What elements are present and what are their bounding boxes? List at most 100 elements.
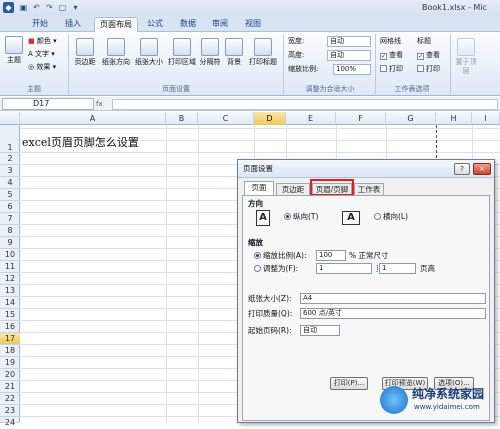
row-header[interactable]: 10 bbox=[0, 249, 20, 261]
background-icon bbox=[225, 38, 243, 56]
column-header[interactable]: C bbox=[198, 112, 254, 125]
gridlines-print-checkbox[interactable]: 打印 bbox=[380, 64, 403, 74]
row-header[interactable]: 6 bbox=[0, 201, 20, 213]
cell-a1[interactable]: excel页眉页脚怎么设置 bbox=[22, 134, 139, 150]
row-header[interactable]: 14 bbox=[0, 297, 20, 309]
tab-insert[interactable]: 插入 bbox=[60, 17, 86, 32]
radio-selected-icon bbox=[284, 213, 291, 220]
size-button[interactable]: 纸张大小 bbox=[133, 38, 165, 67]
paper-size-label: 纸张大小(Z): bbox=[248, 294, 292, 303]
landscape-radio[interactable]: 横向(L) bbox=[374, 212, 408, 222]
scale-percent-input[interactable]: 100 bbox=[316, 250, 346, 261]
orientation-button[interactable]: 纸张方向 bbox=[100, 38, 132, 67]
checkbox-icon bbox=[380, 65, 387, 72]
print-titles-button[interactable]: 打印标题 bbox=[246, 38, 280, 67]
column-header[interactable]: I bbox=[472, 112, 500, 125]
row-header[interactable]: 20 bbox=[0, 369, 20, 381]
column-header[interactable]: D bbox=[254, 112, 286, 125]
row-header[interactable]: 13 bbox=[0, 285, 20, 297]
tab-page-layout[interactable]: 页面布局 bbox=[94, 17, 138, 32]
row-header[interactable]: 12 bbox=[0, 273, 20, 285]
row-header[interactable]: 3 bbox=[0, 165, 20, 177]
print-area-button[interactable]: 打印区域 bbox=[166, 38, 198, 67]
paper-size-select[interactable]: A4 bbox=[300, 293, 486, 304]
row-header[interactable]: 9 bbox=[0, 237, 20, 249]
fonts-button[interactable]: A 文字 ▾ bbox=[28, 49, 55, 59]
new-doc-icon[interactable]: ▢ bbox=[57, 2, 68, 13]
tab-formulas[interactable]: 公式 bbox=[142, 17, 168, 32]
row-header[interactable]: 24 bbox=[0, 417, 20, 427]
pages-wide-input[interactable]: 1 bbox=[316, 263, 372, 274]
tab-view[interactable]: 视图 bbox=[240, 17, 266, 32]
select-all-corner[interactable] bbox=[0, 112, 20, 125]
column-header[interactable]: E bbox=[286, 112, 336, 125]
adjust-scale-radio[interactable]: 缩放比例(A): bbox=[254, 251, 307, 261]
bring-forward-button[interactable]: 置于顶层 bbox=[454, 38, 478, 76]
width-select[interactable]: 自动 bbox=[327, 36, 371, 47]
customize-qat-icon[interactable]: ▾ bbox=[70, 2, 81, 13]
print-button[interactable]: 打印(P)... bbox=[330, 377, 368, 390]
row-header[interactable]: 22 bbox=[0, 393, 20, 405]
redo-icon[interactable]: ↷ bbox=[44, 2, 55, 13]
gridlines-print-label: 打印 bbox=[389, 65, 403, 73]
save-icon[interactable]: ▣ bbox=[18, 2, 29, 13]
radio-icon bbox=[374, 213, 381, 220]
row-header[interactable]: 18 bbox=[0, 345, 20, 357]
row-header[interactable]: 5 bbox=[0, 189, 20, 201]
row-header[interactable]: 17 bbox=[0, 333, 20, 345]
row-header[interactable]: 8 bbox=[0, 225, 20, 237]
row-header[interactable]: 19 bbox=[0, 357, 20, 369]
row-header[interactable]: 16 bbox=[0, 321, 20, 333]
margins-button[interactable]: 页边距 bbox=[72, 38, 98, 67]
group-themes-label: 主题 bbox=[27, 85, 41, 93]
effects-button[interactable]: ◎ 效果 ▾ bbox=[28, 62, 56, 72]
scaling-section-label: 缩放 bbox=[248, 238, 263, 247]
fit-to-label: 调整为(F): bbox=[263, 264, 299, 273]
width-label: 宽度: bbox=[288, 37, 305, 45]
row-header[interactable]: 7 bbox=[0, 213, 20, 225]
column-header[interactable]: F bbox=[336, 112, 386, 125]
row-header[interactable]: 15 bbox=[0, 309, 20, 321]
column-header[interactable]: H bbox=[436, 112, 472, 125]
background-button[interactable]: 背景 bbox=[223, 38, 245, 67]
tab-sheet[interactable]: 工作表 bbox=[354, 183, 384, 195]
pages-tall-input[interactable]: 1 bbox=[379, 263, 416, 274]
row-header[interactable]: 23 bbox=[0, 405, 20, 417]
column-header[interactable]: B bbox=[166, 112, 198, 125]
colors-button[interactable]: ■ 颜色 ▾ bbox=[28, 36, 57, 46]
print-quality-select[interactable]: 600 点/英寸 bbox=[300, 308, 486, 319]
row-header[interactable]: 1 bbox=[0, 125, 20, 153]
check-icon: ✓ bbox=[417, 53, 424, 60]
print-titles-icon bbox=[254, 38, 272, 56]
scale-label: 缩放比例: bbox=[288, 65, 319, 73]
scale-input[interactable]: 100% bbox=[333, 64, 371, 75]
breaks-button[interactable]: 分隔符 bbox=[198, 38, 222, 67]
height-select[interactable]: 自动 bbox=[327, 50, 371, 61]
formula-input[interactable] bbox=[112, 99, 498, 110]
gridlines-view-checkbox[interactable]: ✓ 查看 bbox=[380, 50, 403, 60]
fit-to-radio[interactable]: 调整为(F): bbox=[254, 264, 298, 274]
tab-data[interactable]: 数据 bbox=[175, 17, 201, 32]
headings-view-checkbox[interactable]: ✓ 查看 bbox=[417, 50, 440, 60]
help-button[interactable]: ? bbox=[454, 163, 470, 175]
close-button[interactable]: × bbox=[473, 163, 491, 175]
row-header[interactable]: 21 bbox=[0, 381, 20, 393]
row-header[interactable]: 2 bbox=[0, 153, 20, 165]
colors-icon: ■ bbox=[28, 37, 35, 45]
office-button-icon[interactable]: ◆ bbox=[3, 2, 14, 13]
row-header[interactable]: 11 bbox=[0, 261, 20, 273]
first-page-input[interactable]: 自动 bbox=[300, 325, 340, 336]
themes-button[interactable]: 主题 bbox=[4, 36, 24, 65]
tab-page[interactable]: 页面 bbox=[244, 181, 274, 195]
headings-print-checkbox[interactable]: 打印 bbox=[417, 64, 440, 74]
row-header[interactable]: 4 bbox=[0, 177, 20, 189]
column-header[interactable]: A bbox=[20, 112, 166, 125]
undo-icon[interactable]: ↶ bbox=[31, 2, 42, 13]
tab-margins[interactable]: 页边距 bbox=[276, 183, 310, 195]
name-box[interactable]: D17 bbox=[2, 98, 94, 110]
fx-icon[interactable]: fx bbox=[96, 100, 103, 108]
portrait-radio[interactable]: 纵向(T) bbox=[284, 212, 318, 222]
column-header[interactable]: G bbox=[386, 112, 436, 125]
tab-review[interactable]: 审阅 bbox=[207, 17, 233, 32]
tab-home[interactable]: 开始 bbox=[27, 17, 53, 32]
